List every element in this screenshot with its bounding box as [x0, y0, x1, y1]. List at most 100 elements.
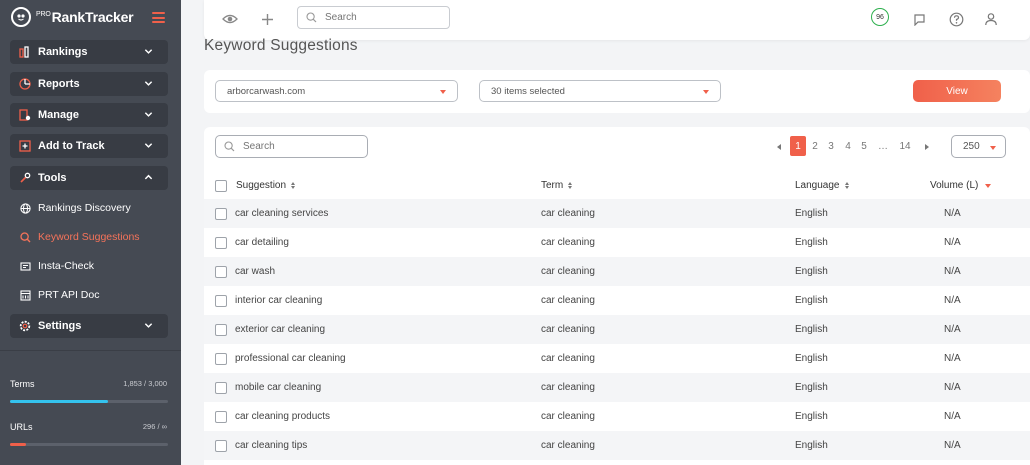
tools-icon — [18, 172, 31, 185]
hamburger-menu-icon[interactable] — [152, 12, 165, 23]
row-checkbox[interactable] — [215, 440, 227, 452]
score-badge[interactable]: 96 — [871, 8, 889, 26]
nav-reports[interactable]: Reports — [10, 72, 168, 96]
row-checkbox[interactable] — [215, 237, 227, 249]
column-language[interactable]: Language — [795, 180, 849, 191]
user-icon[interactable] — [982, 10, 1000, 28]
cell-volume: N/A — [944, 295, 961, 306]
cell-language: English — [795, 382, 828, 393]
items-select[interactable]: 30 items selected — [479, 80, 721, 102]
cell-language: English — [795, 237, 828, 248]
column-suggestion-label: Suggestion — [236, 180, 287, 191]
nav-reports-label: Reports — [38, 78, 80, 90]
row-checkbox[interactable] — [215, 411, 227, 423]
logo-text: PRORankTracker — [36, 9, 134, 25]
column-term[interactable]: Term — [541, 180, 573, 191]
next-page-icon[interactable] — [925, 144, 929, 150]
search-icon — [224, 141, 235, 152]
sidebar-item-label: PRT API Doc — [38, 289, 100, 301]
page-2[interactable]: 2 — [810, 136, 820, 156]
plus-icon[interactable] — [258, 10, 276, 28]
sidebar-item-rankings-discovery[interactable]: Rankings Discovery — [20, 202, 131, 214]
column-volume[interactable]: Volume (L) — [930, 180, 992, 191]
table-row[interactable]: car cleaning services car cleaning English… — [204, 199, 1030, 228]
table-search-box[interactable] — [215, 135, 368, 158]
nav-settings[interactable]: Settings — [10, 314, 168, 338]
page-1[interactable]: 1 — [790, 136, 806, 156]
cell-language: English — [795, 440, 828, 451]
row-checkbox[interactable] — [215, 208, 227, 220]
nav-add-to-track[interactable]: Add to Track — [10, 134, 168, 158]
urls-meter-label: URLs — [10, 422, 33, 432]
add-to-track-icon — [18, 140, 31, 153]
table-row[interactable]: car wash car cleaning English N/A — [204, 257, 1030, 286]
cell-language: English — [795, 266, 828, 277]
chevron-down-icon — [144, 143, 153, 148]
sidebar-item-keyword-suggestions[interactable]: Keyword Suggestions — [20, 231, 140, 243]
cell-term: car cleaning — [541, 353, 595, 364]
table-row[interactable]: interior car cleaning car cleaning English… — [204, 286, 1030, 315]
table-row[interactable]: car cleaning tips car cleaning English N/A — [204, 431, 1030, 460]
per-page-value: 250 — [963, 141, 980, 152]
cell-term: car cleaning — [541, 208, 595, 219]
cell-volume: N/A — [944, 266, 961, 277]
page-4[interactable]: 4 — [843, 136, 853, 156]
chevron-down-icon — [144, 112, 153, 117]
cell-language: English — [795, 208, 828, 219]
nav-manage[interactable]: Manage — [10, 103, 168, 127]
per-page-select[interactable]: 250 — [951, 135, 1006, 158]
app-logo[interactable]: PRORankTracker — [11, 7, 134, 27]
table-row[interactable]: mobile car cleaning car cleaning English N/… — [204, 373, 1030, 402]
row-checkbox[interactable] — [215, 266, 227, 278]
table-search-input[interactable] — [243, 141, 353, 152]
row-checkbox[interactable] — [215, 382, 227, 394]
help-icon[interactable] — [947, 10, 965, 28]
view-button[interactable]: View — [913, 80, 1001, 102]
top-bar: 96 — [204, 0, 1030, 40]
message-icon[interactable] — [910, 10, 928, 28]
table-row[interactable]: car detailing car cleaning English N/A — [204, 228, 1030, 257]
row-checkbox[interactable] — [215, 324, 227, 336]
cell-suggestion: professional car cleaning — [235, 353, 346, 364]
sidebar-item-prt-api-doc[interactable]: PRT API Doc — [20, 289, 99, 301]
rankings-icon — [18, 46, 31, 59]
nav-add-to-track-label: Add to Track — [38, 140, 105, 152]
terms-meter-bar — [10, 400, 168, 403]
prev-page-icon[interactable] — [777, 144, 781, 150]
top-search-input[interactable] — [325, 12, 435, 23]
page-5[interactable]: 5 — [859, 136, 869, 156]
reports-icon — [18, 78, 31, 91]
nav-rankings[interactable]: Rankings — [10, 40, 168, 64]
keyword-search-icon — [20, 231, 31, 243]
row-checkbox[interactable] — [215, 353, 227, 365]
sort-desc-icon — [985, 183, 992, 188]
column-suggestion[interactable]: Suggestion — [236, 180, 296, 191]
page-title: Keyword Suggestions — [204, 37, 358, 54]
urls-meter-value: 296 / ∞ — [142, 422, 167, 431]
select-all-checkbox[interactable] — [215, 180, 227, 192]
table-row[interactable]: car cleaning products car cleaning English… — [204, 402, 1030, 431]
chevron-down-icon — [144, 49, 153, 54]
table-row[interactable]: professional car cleaning car cleaning Eng… — [204, 344, 1030, 373]
sort-icon — [568, 182, 573, 189]
sort-icon — [291, 182, 296, 189]
cell-term: car cleaning — [541, 237, 595, 248]
eye-icon[interactable] — [221, 10, 239, 28]
nav-tools[interactable]: Tools — [10, 166, 168, 190]
globe-icon — [20, 202, 31, 214]
sort-icon — [844, 182, 849, 189]
sidebar-item-label: Keyword Suggestions — [38, 231, 140, 243]
row-checkbox[interactable] — [215, 295, 227, 307]
page-14[interactable]: 14 — [897, 136, 913, 156]
page-3[interactable]: 3 — [826, 136, 836, 156]
chevron-down-icon — [144, 81, 153, 86]
urls-meter-bar — [10, 443, 168, 446]
sidebar-item-insta-check[interactable]: Insta-Check — [20, 260, 94, 272]
domain-select[interactable]: arborcarwash.com — [215, 80, 458, 102]
top-search-box[interactable] — [297, 6, 450, 29]
cell-volume: N/A — [944, 382, 961, 393]
table-row[interactable]: exterior car cleaning car cleaning English… — [204, 315, 1030, 344]
column-language-label: Language — [795, 180, 840, 191]
search-icon — [306, 12, 317, 23]
cell-suggestion: car wash — [235, 266, 276, 277]
